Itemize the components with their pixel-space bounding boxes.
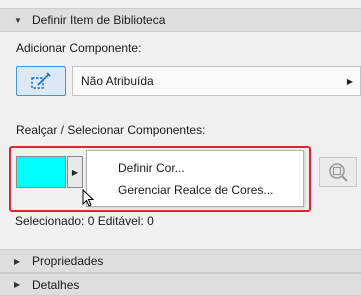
draw-component-icon bbox=[31, 72, 51, 89]
component-dropdown-value: Não Atribuída bbox=[81, 74, 154, 88]
section-title: Definir Item de Biblioteca bbox=[32, 13, 166, 27]
section-header-definir-item[interactable]: ▼ Definir Item de Biblioteca bbox=[0, 8, 361, 32]
zoom-button[interactable] bbox=[319, 157, 357, 187]
highlight-frame bbox=[9, 146, 311, 212]
triangle-right-icon: ▶ bbox=[14, 280, 21, 289]
section-header-detalhes[interactable]: ▶ Detalhes bbox=[0, 273, 361, 296]
triangle-down-icon: ▼ bbox=[14, 15, 22, 25]
section-title: Propriedades bbox=[32, 254, 104, 268]
add-component-label: Adicionar Componente: bbox=[16, 41, 142, 55]
selection-status: Selecionado: 0 Editável: 0 bbox=[15, 214, 154, 228]
mouse-cursor-icon bbox=[82, 189, 94, 207]
component-button[interactable] bbox=[16, 66, 66, 96]
zoom-icon bbox=[329, 163, 348, 182]
highlight-label: Realçar / Selecionar Componentes: bbox=[16, 123, 206, 137]
section-header-propriedades[interactable]: ▶ Propriedades bbox=[0, 249, 361, 273]
component-dropdown[interactable]: Não Atribuída ▶ bbox=[72, 66, 361, 96]
triangle-right-icon: ▶ bbox=[14, 256, 21, 266]
triangle-right-icon: ▶ bbox=[346, 76, 353, 86]
section-title: Detalhes bbox=[32, 277, 80, 292]
